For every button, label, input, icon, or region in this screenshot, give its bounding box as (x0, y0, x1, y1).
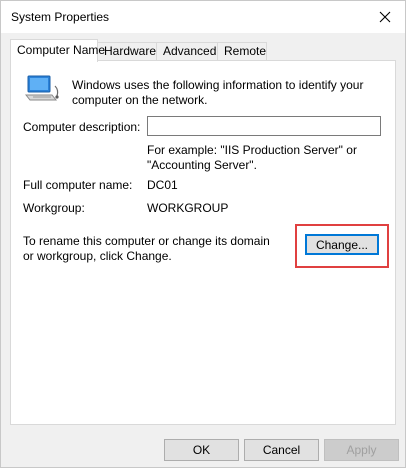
close-icon (379, 11, 391, 23)
apply-button[interactable]: Apply (324, 439, 399, 461)
cancel-button[interactable]: Cancel (244, 439, 319, 461)
window-title: System Properties (11, 10, 110, 24)
computer-description-input[interactable] (147, 116, 381, 136)
close-button[interactable] (365, 1, 405, 33)
computer-description-label: Computer description: (23, 120, 141, 134)
system-properties-window: System Properties Computer Name Hardware… (0, 0, 406, 468)
tab-strip: Computer Name Hardware Advanced Remote (10, 39, 390, 62)
tab-computer-name[interactable]: Computer Name (10, 39, 105, 62)
title-bar: System Properties (1, 1, 405, 33)
ok-button[interactable]: OK (164, 439, 239, 461)
workgroup-label: Workgroup: (23, 201, 85, 215)
full-computer-name-label: Full computer name: (23, 178, 133, 192)
intro-text: Windows uses the following information t… (72, 78, 364, 107)
rename-instructions: To rename this computer or change its do… (23, 234, 270, 263)
change-button[interactable]: Change... (305, 234, 379, 255)
example-text: For example: "IIS Production Server" or … (147, 143, 357, 172)
workgroup-value: WORKGROUP (147, 201, 229, 215)
full-computer-name-value: DC01 (147, 178, 178, 192)
tab-hardware[interactable]: Hardware (97, 42, 157, 61)
tab-advanced[interactable]: Advanced (156, 42, 218, 61)
tab-remote[interactable]: Remote (217, 42, 267, 61)
computer-network-icon (25, 75, 59, 101)
computer-name-panel: Windows uses the following information t… (10, 60, 396, 425)
